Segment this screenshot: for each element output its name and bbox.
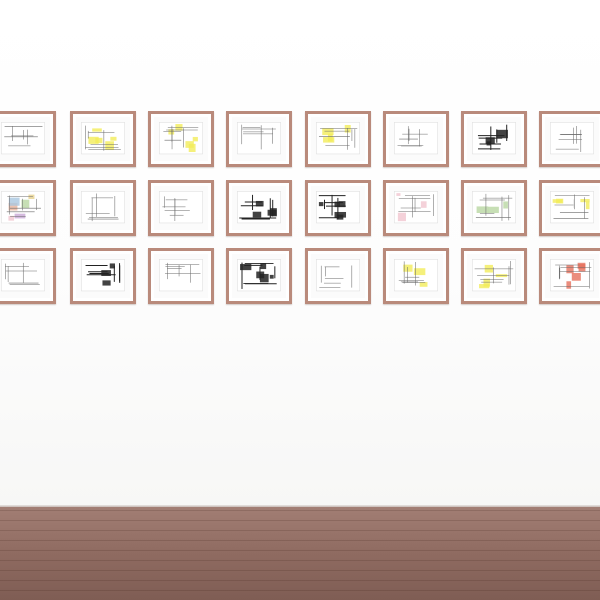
- framed-floorplan-drawing: [305, 180, 371, 236]
- framed-floorplan-drawing: [226, 180, 292, 236]
- frame-mat: [467, 186, 521, 230]
- floorplan-sketch: [394, 259, 438, 292]
- framed-floorplan-drawing: [148, 180, 214, 236]
- frame-mat: [545, 254, 599, 298]
- framed-floorplan-drawing: [461, 180, 527, 236]
- floorplan-sketch: [159, 122, 203, 155]
- frame-mat: [154, 254, 208, 298]
- framed-floorplan-drawing: [539, 248, 600, 304]
- frame-mat: [0, 186, 50, 230]
- frame-mat: [0, 254, 50, 298]
- wooden-floor: [0, 507, 600, 600]
- frame-mat: [467, 117, 521, 161]
- floorplan-sketch: [472, 259, 516, 292]
- floorplan-sketch: [1, 122, 45, 155]
- framed-floorplan-drawing: [148, 111, 214, 167]
- frame-mat: [0, 117, 50, 161]
- frame-mat: [154, 186, 208, 230]
- frame-mat: [389, 117, 443, 161]
- frame-mat: [154, 117, 208, 161]
- frame-mat: [311, 117, 365, 161]
- frame-mat: [389, 254, 443, 298]
- frame-mat: [76, 117, 130, 161]
- frame-mat: [545, 117, 599, 161]
- floorplan-sketch: [81, 191, 125, 224]
- framed-floorplan-drawing: [383, 111, 449, 167]
- framed-floorplan-drawing: [305, 111, 371, 167]
- framed-floorplan-drawing: [70, 180, 136, 236]
- floorplan-sketch: [472, 122, 516, 155]
- framed-floorplan-drawing: [0, 111, 56, 167]
- framed-floorplan-drawing: [226, 248, 292, 304]
- framed-floorplan-drawing: [383, 180, 449, 236]
- framed-floorplan-drawing: [226, 111, 292, 167]
- floorplan-sketch: [550, 191, 594, 224]
- framed-drawings-grid: [0, 0, 600, 507]
- framed-floorplan-drawing: [0, 248, 56, 304]
- floorplan-sketch: [159, 259, 203, 292]
- framed-floorplan-drawing: [305, 248, 371, 304]
- floorplan-sketch: [1, 259, 45, 292]
- framed-floorplan-drawing: [539, 111, 600, 167]
- floorplan-sketch: [159, 191, 203, 224]
- floorplan-sketch: [316, 191, 360, 224]
- floorplan-sketch: [550, 122, 594, 155]
- frame-mat: [76, 254, 130, 298]
- frame-mat: [545, 186, 599, 230]
- floorplan-sketch: [237, 122, 281, 155]
- frame-mat: [232, 254, 286, 298]
- frame-mat: [76, 186, 130, 230]
- floorplan-sketch: [237, 191, 281, 224]
- floorplan-sketch: [550, 259, 594, 292]
- framed-floorplan-drawing: [148, 248, 214, 304]
- floorplan-sketch: [394, 191, 438, 224]
- frame-mat: [467, 254, 521, 298]
- frame-mat: [232, 117, 286, 161]
- floorplan-sketch: [316, 122, 360, 155]
- framed-floorplan-drawing: [0, 180, 56, 236]
- floorplan-sketch: [81, 122, 125, 155]
- floorplan-sketch: [237, 259, 281, 292]
- frame-mat: [232, 186, 286, 230]
- floorplan-sketch: [472, 191, 516, 224]
- frame-mat: [389, 186, 443, 230]
- framed-floorplan-drawing: [383, 248, 449, 304]
- framed-floorplan-drawing: [70, 111, 136, 167]
- framed-floorplan-drawing: [70, 248, 136, 304]
- frame-mat: [311, 254, 365, 298]
- floorplan-sketch: [394, 122, 438, 155]
- floorplan-sketch: [1, 191, 45, 224]
- floorplan-sketch: [316, 259, 360, 292]
- floorplan-sketch: [81, 259, 125, 292]
- framed-floorplan-drawing: [539, 180, 600, 236]
- frame-mat: [311, 186, 365, 230]
- framed-floorplan-drawing: [461, 248, 527, 304]
- framed-floorplan-drawing: [461, 111, 527, 167]
